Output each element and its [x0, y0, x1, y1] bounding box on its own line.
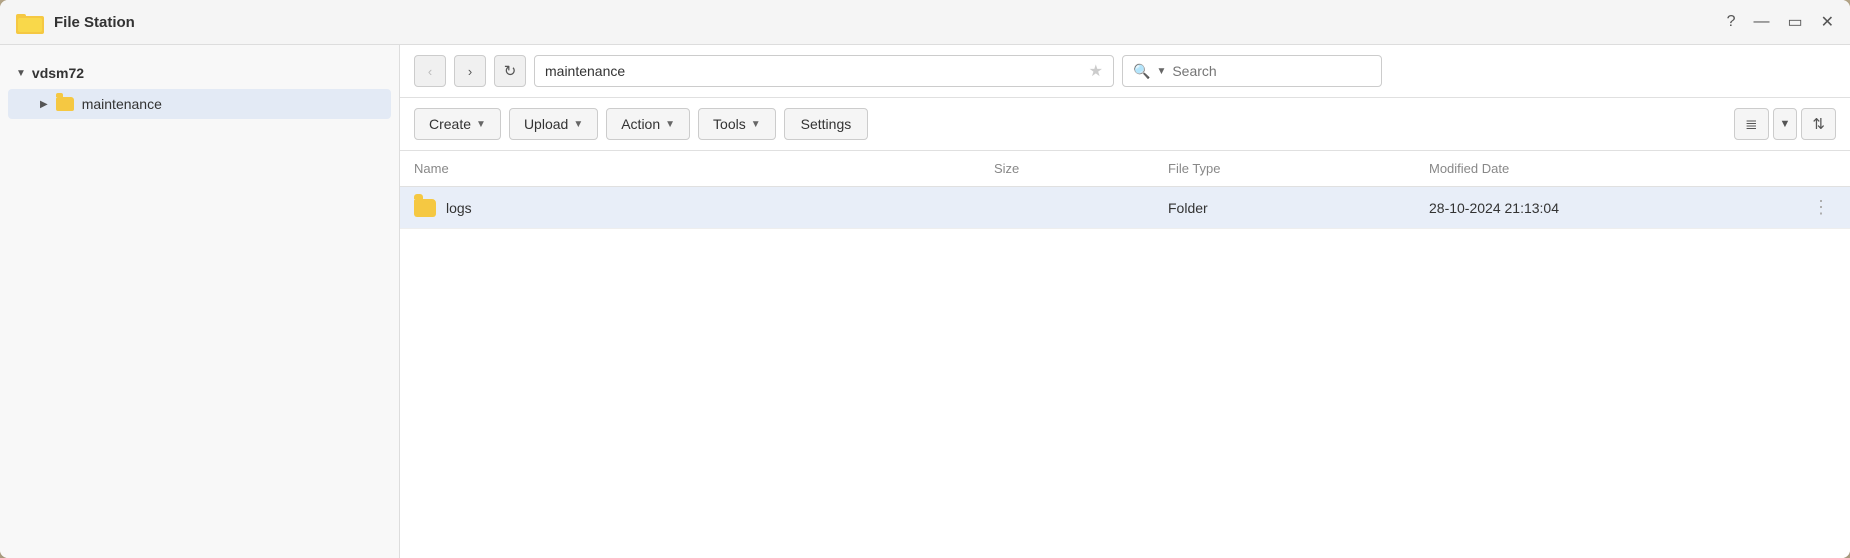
file-name-cell: logs	[400, 187, 980, 229]
app-icon	[16, 10, 44, 34]
upload-label: Upload	[524, 116, 568, 132]
file-more-cell: ⋮	[1792, 187, 1850, 229]
path-text: maintenance	[545, 63, 625, 79]
content-area: ‹ › ↻ maintenance ★ 🔍 ▼ Create ▼	[400, 45, 1850, 558]
col-header-more	[1792, 151, 1850, 187]
server-arrow-icon: ▼	[16, 68, 26, 79]
search-bar: 🔍 ▼	[1122, 55, 1382, 87]
settings-button[interactable]: Settings	[784, 108, 869, 140]
file-table: Name Size File Type Modified Date	[400, 151, 1850, 558]
forward-button[interactable]: ›	[454, 55, 486, 87]
help-button[interactable]: ?	[1727, 13, 1736, 31]
list-view-button[interactable]: ≣	[1734, 108, 1769, 140]
create-label: Create	[429, 116, 471, 132]
create-caret-icon: ▼	[476, 119, 486, 130]
view-buttons: ≣ ▼ ⇅	[1734, 108, 1836, 140]
titlebar: File Station ? — ▭ ✕	[0, 0, 1850, 45]
action-button[interactable]: Action ▼	[606, 108, 690, 140]
col-header-date: Modified Date	[1415, 151, 1792, 187]
refresh-button[interactable]: ↻	[494, 55, 526, 87]
folder-icon-small	[56, 97, 74, 111]
minimize-button[interactable]: —	[1753, 13, 1769, 31]
file-name: logs	[446, 200, 472, 216]
tools-label: Tools	[713, 116, 746, 132]
file-name-inner: logs	[414, 199, 966, 217]
col-header-type: File Type	[1154, 151, 1415, 187]
search-icon: 🔍	[1133, 63, 1150, 80]
folder-arrow-icon: ▶	[40, 99, 48, 110]
settings-label: Settings	[801, 116, 852, 132]
tools-caret-icon: ▼	[751, 119, 761, 130]
navigation-toolbar: ‹ › ↻ maintenance ★ 🔍 ▼	[400, 45, 1850, 98]
file-station-window: File Station ? — ▭ ✕ ▼ vdsm72 ▶ maintena…	[0, 0, 1850, 558]
table-header-row: Name Size File Type Modified Date	[400, 151, 1850, 187]
titlebar-controls: ? — ▭ ✕	[1727, 12, 1834, 32]
create-button[interactable]: Create ▼	[414, 108, 501, 140]
sidebar: ▼ vdsm72 ▶ maintenance	[0, 45, 400, 558]
path-bar: maintenance ★	[534, 55, 1114, 87]
app-title: File Station	[54, 14, 135, 31]
close-button[interactable]: ✕	[1821, 12, 1834, 32]
sidebar-server[interactable]: ▼ vdsm72	[0, 59, 399, 87]
action-bar: Create ▼ Upload ▼ Action ▼ Tools ▼ Setti…	[400, 98, 1850, 151]
server-label: vdsm72	[32, 65, 84, 81]
table-row[interactable]: logs Folder 28-10-2024 21:13:04 ⋮	[400, 187, 1850, 229]
upload-caret-icon: ▼	[573, 119, 583, 130]
back-button[interactable]: ‹	[414, 55, 446, 87]
maximize-button[interactable]: ▭	[1787, 12, 1802, 32]
folder-icon	[414, 199, 436, 217]
col-header-name: Name	[400, 151, 980, 187]
file-size	[980, 187, 1154, 229]
view-dropdown-button[interactable]: ▼	[1773, 108, 1798, 140]
action-caret-icon: ▼	[665, 119, 675, 130]
search-input[interactable]	[1172, 63, 1371, 79]
favorite-icon[interactable]: ★	[1089, 61, 1103, 81]
titlebar-left: File Station	[16, 10, 135, 34]
main-area: ▼ vdsm72 ▶ maintenance ‹ › ↻ maintenance…	[0, 45, 1850, 558]
sidebar-item-maintenance[interactable]: ▶ maintenance	[8, 89, 391, 119]
more-options-icon[interactable]: ⋮	[1812, 197, 1830, 217]
file-type: Folder	[1154, 187, 1415, 229]
tools-button[interactable]: Tools ▼	[698, 108, 776, 140]
col-header-size: Size	[980, 151, 1154, 187]
search-dropdown-arrow[interactable]: ▼	[1156, 66, 1166, 77]
file-date: 28-10-2024 21:13:04	[1415, 187, 1792, 229]
action-label: Action	[621, 116, 660, 132]
upload-button[interactable]: Upload ▼	[509, 108, 598, 140]
sort-button[interactable]: ⇅	[1801, 108, 1836, 140]
files-list: Name Size File Type Modified Date	[400, 151, 1850, 229]
sidebar-item-label: maintenance	[82, 96, 162, 112]
